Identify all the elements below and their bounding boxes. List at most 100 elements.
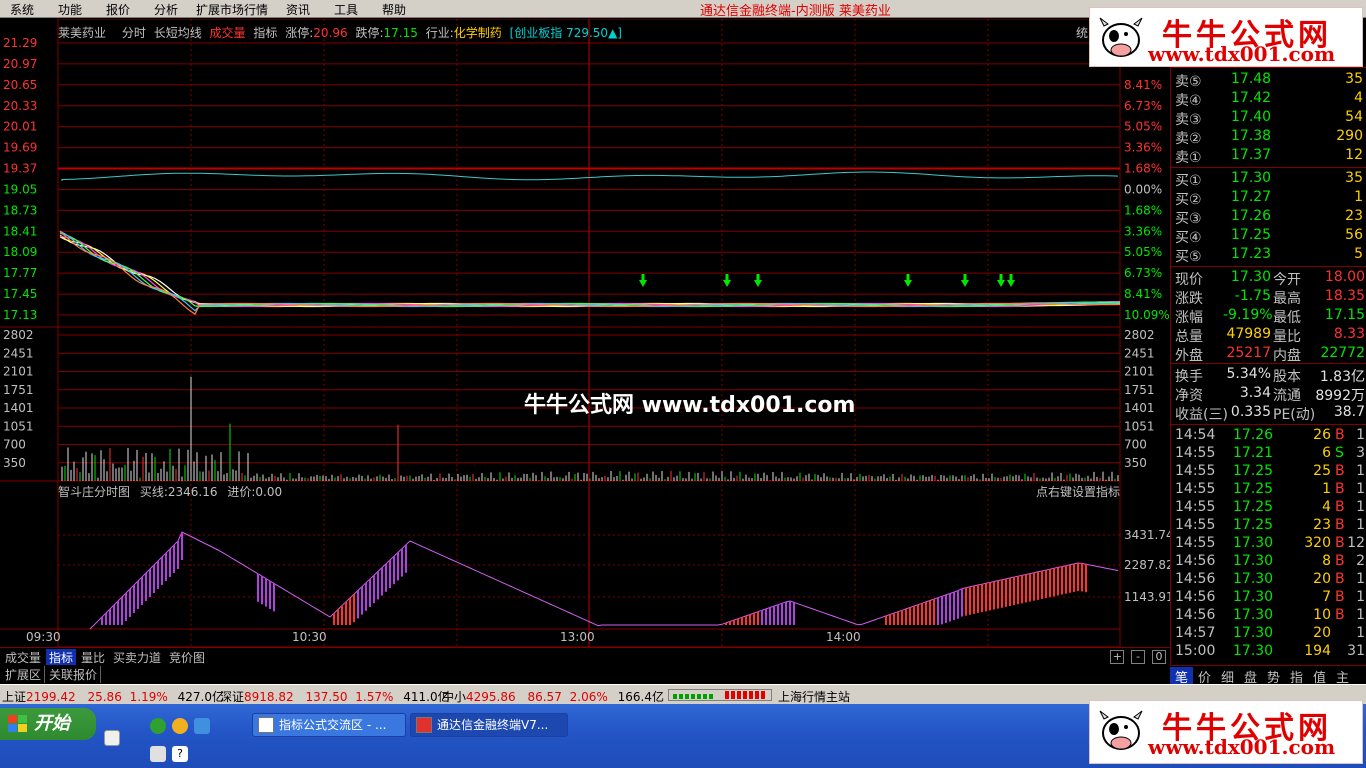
fenshi-label[interactable]: 分时: [122, 26, 146, 40]
windows-flag-icon: [8, 715, 27, 732]
folder-icon[interactable]: [172, 718, 188, 734]
tick-side: B: [1335, 553, 1345, 569]
sz-index[interactable]: 深证8918.82 137.50 1.57% 411.0亿: [220, 688, 450, 705]
bid-label: 买①: [1175, 173, 1202, 189]
tick-time: 14:56: [1175, 571, 1216, 587]
zoom-out-button[interactable]: -: [1131, 650, 1146, 664]
tick-side: B: [1335, 427, 1345, 443]
tick-row: 14:56 17.30 7 B 1: [1175, 589, 1365, 607]
market-breadth-meter: [668, 689, 772, 701]
separator: [1171, 167, 1366, 168]
ask-row[interactable]: 卖③ 17.40 54: [1175, 109, 1363, 128]
bid-row[interactable]: 买③ 17.26 23: [1175, 208, 1363, 227]
desktop-icon[interactable]: [104, 730, 120, 746]
menu-extended-market[interactable]: 扩展市场行情: [196, 1, 268, 18]
tick-volume: 6: [1322, 445, 1331, 461]
menu-help[interactable]: 帮助: [382, 1, 406, 18]
stat-label[interactable]: 统: [1076, 24, 1088, 41]
index-label[interactable]: [创业板指 729.50▲]: [510, 26, 622, 40]
tick-side: B: [1335, 481, 1345, 497]
stat-label: 最高: [1273, 291, 1301, 307]
stat-value: -9.19%: [1223, 307, 1273, 323]
zx-index-pct: 2.06%: [569, 690, 608, 704]
browser-icon[interactable]: [150, 718, 166, 734]
zx-index[interactable]: 中小4295.86 86.57 2.06% 166.4亿: [442, 688, 664, 705]
menu-analysis[interactable]: 分析: [154, 1, 178, 18]
breadth-bars: [673, 691, 765, 699]
tick-row: 14:56 17.30 8 B 2: [1175, 553, 1365, 571]
moving-average-line: [59, 234, 1121, 308]
stat-row: 外盘 25217 内盘 22772: [1175, 345, 1365, 364]
tab-extension-area[interactable]: 扩展区: [2, 666, 46, 683]
menu-function[interactable]: 功能: [58, 1, 82, 18]
menu-tools[interactable]: 工具: [334, 1, 358, 18]
menu-system[interactable]: 系统: [10, 1, 34, 18]
stat-label: 换手: [1175, 369, 1203, 385]
pct-tick-label: 10.09%: [1124, 308, 1170, 322]
volume-tick-label: 350: [3, 456, 26, 470]
sh-index[interactable]: 上证2199.42 25.86 1.19% 427.0亿: [2, 688, 224, 705]
ask-row[interactable]: 卖④ 17.42 4: [1175, 90, 1363, 109]
volume-tick-label: 1401: [1124, 401, 1155, 415]
zoom-reset-button[interactable]: 0: [1152, 650, 1166, 664]
zoom-controls: + - 0: [1107, 649, 1166, 664]
chart-canvas[interactable]: 21.29 20.97 20.65 20.33 20.01 19.69 19.37 19.05…: [0, 19, 1170, 647]
tick-price: 17.30: [1233, 571, 1274, 587]
volume-label[interactable]: 成交量: [210, 26, 246, 40]
indicator-name[interactable]: 长短均线: [154, 26, 202, 40]
zoom-in-button[interactable]: +: [1110, 650, 1125, 664]
tick-price: 17.26: [1233, 427, 1274, 443]
indicator-hint[interactable]: 点右键设置指标: [1036, 483, 1120, 500]
tab-related-quote[interactable]: 关联报价: [46, 666, 102, 683]
tick-price: 17.30: [1233, 553, 1274, 569]
time-tick-label: 14:00: [826, 630, 861, 644]
tab-volume[interactable]: 成交量: [2, 649, 44, 666]
tab-auction-chart[interactable]: 竞价图: [166, 649, 208, 666]
tab-volume-ratio[interactable]: 量比: [78, 649, 108, 666]
bid-row[interactable]: 买② 17.27 1: [1175, 189, 1363, 208]
bid-price: 17.30: [1231, 170, 1272, 186]
industry-value[interactable]: 化学制药: [454, 26, 502, 40]
keyboard-icon[interactable]: [150, 746, 166, 762]
quote-station[interactable]: 上海行情主站: [778, 688, 850, 705]
stock-name: 莱美药业: [58, 26, 107, 40]
separator: [1171, 266, 1366, 267]
ask-row[interactable]: 卖① 17.37 12: [1175, 147, 1363, 166]
menu-news[interactable]: 资讯: [286, 1, 310, 18]
ask-row[interactable]: 卖⑤ 17.48 35: [1175, 71, 1363, 90]
breadth-bar: [755, 691, 759, 699]
tab-indicator[interactable]: 指标: [46, 649, 77, 666]
sh-index-pct: 1.19%: [129, 690, 168, 704]
tick-row: 14:55 17.25 1 B 1: [1175, 481, 1365, 499]
tick-count: 1: [1356, 481, 1365, 497]
bid-row[interactable]: 买⑤ 17.23 5: [1175, 246, 1363, 265]
start-button[interactable]: 开始: [0, 708, 96, 740]
menu-quote[interactable]: 报价: [106, 1, 130, 18]
ask-row[interactable]: 卖② 17.38 290: [1175, 128, 1363, 147]
tick-time: 14:56: [1175, 607, 1216, 623]
intraday-chart[interactable]: 21.29 20.97 20.65 20.33 20.01 19.69 19.37 19.05…: [0, 19, 1170, 647]
moving-average-line: [59, 236, 1121, 308]
tick-volume: 25: [1313, 463, 1331, 479]
volume-tick-label: 2451: [1124, 346, 1155, 360]
logo-url: www.tdx001.com: [1148, 735, 1336, 759]
ask-label: 卖③: [1175, 112, 1202, 128]
bid-row[interactable]: 买④ 17.25 56: [1175, 227, 1363, 246]
app-icon[interactable]: [194, 718, 210, 734]
tick-time: 14:55: [1175, 517, 1216, 533]
tick-time: 14:54: [1175, 427, 1216, 443]
volume-tick-label: 700: [1124, 438, 1147, 452]
separator: [1171, 67, 1366, 68]
stat-label: 净资: [1175, 388, 1203, 404]
help-icon[interactable]: ?: [172, 746, 188, 762]
indicator-label[interactable]: 指标: [253, 26, 277, 40]
volume-tick-label: 1051: [1124, 419, 1155, 433]
tab-buy-sell-force[interactable]: 买卖力道: [110, 649, 164, 666]
price-tick-label: 18.09: [3, 245, 37, 259]
task-tdx-terminal[interactable]: 通达信金融终端V7...: [410, 713, 568, 737]
start-label: 开始: [34, 713, 70, 734]
tick-row: 14:56 17.30 10 B 1: [1175, 607, 1365, 625]
task-formula-forum[interactable]: 指标公式交流区 - ...: [252, 713, 406, 737]
bid-row[interactable]: 买① 17.30 35: [1175, 170, 1363, 189]
buy-signal-arrow-icon: [997, 274, 1005, 287]
